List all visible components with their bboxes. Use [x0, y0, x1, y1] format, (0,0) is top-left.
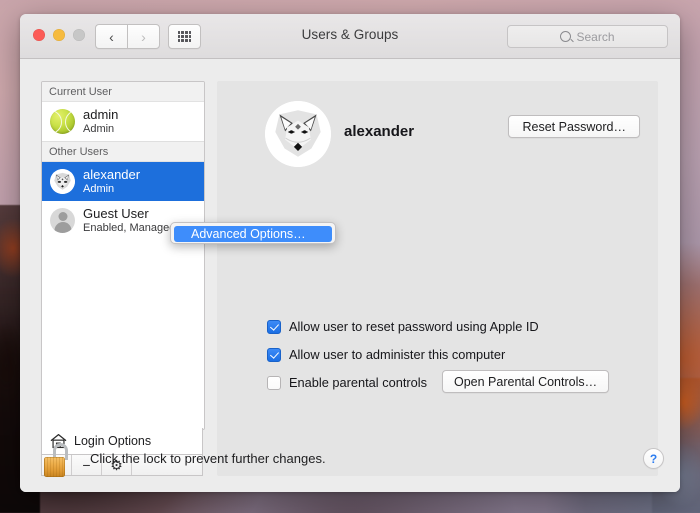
- menu-item-advanced-options[interactable]: Advanced Options…: [174, 226, 332, 242]
- search-field[interactable]: Search: [507, 25, 668, 48]
- window-footer: Click the lock to prevent further change…: [20, 433, 680, 492]
- search-placeholder: Search: [576, 29, 615, 44]
- user-role: Enabled, Managed: [83, 221, 176, 234]
- user-display-name: alexander: [344, 123, 415, 140]
- user-row-alexander[interactable]: alexander Admin: [42, 162, 204, 201]
- user-role: Admin: [83, 122, 115, 135]
- user-row-admin[interactable]: admin Admin: [42, 102, 204, 141]
- user-info: alexander Admin: [83, 167, 140, 195]
- user-name: admin: [83, 107, 119, 123]
- option-label: Allow user to reset password using Apple…: [289, 319, 539, 334]
- option-row-apple-id-reset[interactable]: Allow user to reset password using Apple…: [267, 319, 539, 334]
- lock-open-icon[interactable]: [44, 443, 74, 477]
- group-header-other-users: Other Users: [42, 141, 204, 162]
- user-name: alexander: [83, 167, 141, 183]
- users-and-groups-window: ‹ › Users & Groups Search Current User a…: [20, 14, 680, 492]
- option-row-parental-controls[interactable]: Enable parental controls: [267, 375, 427, 390]
- tennis-ball-avatar: [50, 109, 75, 134]
- lock-message: Click the lock to prevent further change…: [90, 451, 326, 466]
- user-info: admin Admin: [83, 107, 118, 135]
- user-avatar-large[interactable]: [265, 101, 331, 167]
- option-label: Allow user to administer this computer: [289, 347, 506, 362]
- checkbox-enable-parental-controls[interactable]: [267, 375, 281, 390]
- checkbox-allow-reset-password[interactable]: [267, 319, 281, 334]
- user-name: Guest User: [83, 206, 149, 222]
- silhouette-avatar: [50, 208, 75, 233]
- reset-password-button[interactable]: Reset Password…: [508, 115, 640, 138]
- user-info: Guest User Enabled, Managed: [83, 206, 175, 234]
- option-row-administer[interactable]: Allow user to administer this computer: [267, 347, 505, 362]
- search-icon: [560, 31, 572, 42]
- user-list: Current User admin Admin Other Users ale…: [41, 81, 205, 430]
- help-button[interactable]: ?: [643, 448, 664, 469]
- user-detail-panel: alexander Reset Password… Allow user to …: [217, 81, 658, 476]
- window-titlebar: ‹ › Users & Groups Search: [20, 14, 680, 59]
- open-parental-controls-button[interactable]: Open Parental Controls…: [442, 370, 610, 393]
- context-menu: Advanced Options…: [170, 222, 336, 244]
- fox-avatar: [50, 169, 75, 194]
- user-role: Admin: [83, 182, 115, 195]
- checkbox-allow-administer[interactable]: [267, 347, 281, 362]
- group-header-current-user: Current User: [42, 82, 204, 102]
- window-body: Current User admin Admin Other Users ale…: [20, 59, 680, 492]
- option-label: Enable parental controls: [289, 375, 428, 390]
